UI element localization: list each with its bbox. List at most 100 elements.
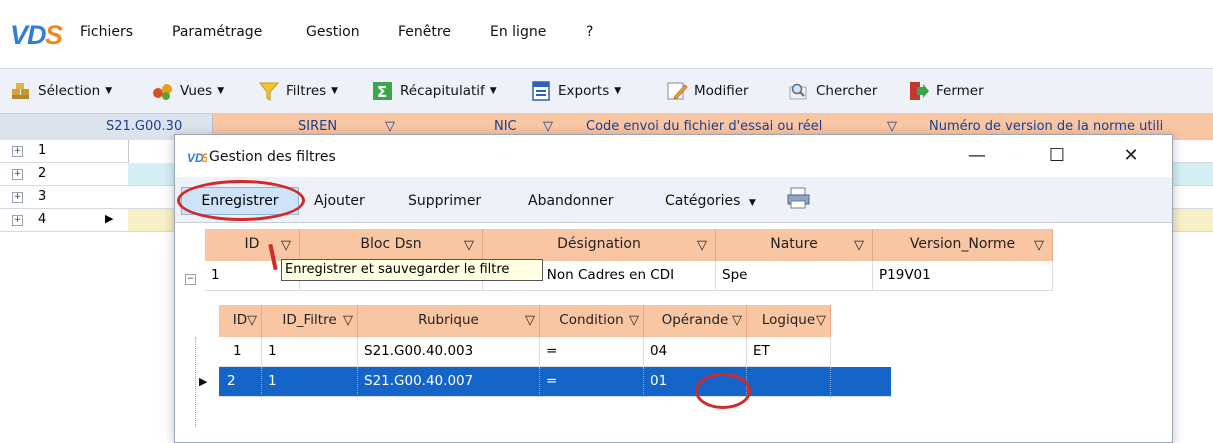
bg-row-number: 4 <box>38 212 47 227</box>
funnel-icon[interactable]: ▽ <box>1034 231 1044 261</box>
abandonner-button[interactable]: Abandonner <box>528 189 613 213</box>
bg-row-number: 3 <box>38 189 47 204</box>
funnel-icon[interactable]: ▽ <box>281 231 291 261</box>
funnel-icon[interactable]: ▽ <box>697 231 707 261</box>
col-id[interactable]: ID ▽ <box>205 229 300 261</box>
funnel-icon[interactable]: ▽ <box>525 306 535 336</box>
funnel-icon[interactable]: ▽ <box>629 306 639 336</box>
col-version-label: Version_Norme <box>909 236 1016 252</box>
vues-button[interactable]: Vues ▼ <box>152 79 224 103</box>
funnel-icon[interactable]: ▽ <box>732 306 742 336</box>
funnel-icon[interactable]: ▽ <box>343 306 353 336</box>
chevron-down-icon: ▼ <box>489 86 497 96</box>
detail-col-condition[interactable]: Condition ▽ <box>540 305 644 337</box>
funnel-icon[interactable]: ▽ <box>247 306 257 336</box>
modifier-button[interactable]: Modifier <box>666 79 749 103</box>
detail-col-logique[interactable]: Logique ▽ <box>747 305 831 337</box>
col-nature[interactable]: Nature ▽ <box>716 229 873 261</box>
chercher-label: Chercher <box>816 83 878 99</box>
exit-icon <box>908 81 930 101</box>
categories-button[interactable]: Catégories ▼ <box>665 189 756 213</box>
bg-col-siren[interactable]: SIREN <box>298 119 337 134</box>
svg-text:D: D <box>27 20 47 49</box>
filters-grid: ID ▽ Bloc Dsn ▽ Désignation ▽ Nature ▽ Versi… <box>175 223 1172 443</box>
vues-label: Vues <box>180 83 213 99</box>
minimize-icon[interactable]: — <box>955 141 999 171</box>
col-bloc-label: Bloc Dsn <box>360 236 422 252</box>
cell-nature: Spe <box>716 261 873 291</box>
tooltip: Enregistrer et sauvegarder le filtre <box>281 259 543 281</box>
dialog-title: Gestion des filtres <box>209 149 336 165</box>
modifier-label: Modifier <box>694 83 749 99</box>
funnel-icon <box>258 81 280 101</box>
col-version-norme[interactable]: Version_Norme ▽ <box>873 229 1053 261</box>
col-nature-label: Nature <box>770 236 818 252</box>
menu-fenetre[interactable]: Fenêtre <box>398 24 451 40</box>
supprimer-button[interactable]: Supprimer <box>408 189 481 213</box>
detail-row-selected[interactable]: ▶ 2 1 S21.G00.40.007 = 01 <box>199 367 891 397</box>
detail-col-id-label: ID <box>232 312 248 328</box>
detail-col-id-filtre[interactable]: ID_Filtre ▽ <box>262 305 358 337</box>
detail-row[interactable]: 1 1 S21.G00.40.003 = 04 ET <box>219 337 831 367</box>
col-designation-label: Désignation <box>557 236 641 252</box>
bg-row-number: 2 <box>38 166 47 181</box>
expand-icon[interactable]: + <box>12 146 23 157</box>
exports-button[interactable]: Exports ▼ <box>530 79 621 103</box>
detail-cell-condition: = <box>540 337 644 367</box>
bg-col-nic[interactable]: NIC <box>494 119 517 134</box>
dialog-toolbar: Enregistrer Ajouter Supprimer Abandonner… <box>175 177 1172 223</box>
selection-label: Sélection <box>38 83 101 99</box>
exports-label: Exports <box>558 83 610 99</box>
menu-fichiers[interactable]: Fichiers <box>80 24 133 40</box>
detail-cell-operande: 04 <box>644 337 747 367</box>
svg-text:Σ: Σ <box>377 83 387 101</box>
print-icon[interactable] <box>787 187 811 211</box>
fermer-button[interactable]: Fermer <box>908 79 984 103</box>
col-designation[interactable]: Désignation ▽ <box>483 229 716 261</box>
vds-logo-icon: VD S <box>187 151 207 164</box>
selection-button[interactable]: Sélection ▼ <box>10 79 112 103</box>
chevron-down-icon: ▼ <box>614 86 622 96</box>
bg-col-version-norme[interactable]: Numéro de version de la norme utili <box>929 119 1163 134</box>
bg-col-code-envoi[interactable]: Code envoi du fichier d'essai ou réel <box>586 119 822 134</box>
funnel-icon[interactable]: ▽ <box>816 306 826 336</box>
svg-text:S: S <box>45 20 63 49</box>
edit-icon <box>666 81 688 101</box>
detail-cell-logique <box>747 367 831 397</box>
detail-col-id[interactable]: ID ▽ <box>219 305 262 337</box>
detail-col-condition-label: Condition <box>559 312 624 328</box>
recapitulatif-button[interactable]: Σ Récapitulatif ▼ <box>372 79 497 103</box>
expand-icon[interactable]: + <box>12 215 23 226</box>
detail-col-operande[interactable]: Opérande ▽ <box>644 305 747 337</box>
close-icon[interactable]: ✕ <box>1109 141 1153 171</box>
filtres-button[interactable]: Filtres ▼ <box>258 79 338 103</box>
detail-col-rubrique[interactable]: Rubrique ▽ <box>358 305 540 337</box>
export-icon <box>530 81 552 101</box>
col-id-label: ID <box>244 236 260 252</box>
menu-gestion[interactable]: Gestion <box>306 24 360 40</box>
fermer-label: Fermer <box>936 83 984 99</box>
col-bloc-dsn[interactable]: Bloc Dsn ▽ <box>300 229 483 261</box>
expand-icon[interactable]: + <box>12 192 23 203</box>
detail-cell-logique: ET <box>747 337 831 367</box>
dialog-titlebar[interactable]: VD S Gestion des filtres — ☐ ✕ <box>175 135 1172 177</box>
gestion-filtres-dialog: VD S Gestion des filtres — ☐ ✕ Enregistr… <box>174 134 1173 443</box>
chercher-button[interactable]: Chercher <box>788 79 877 103</box>
maximize-icon[interactable]: ☐ <box>1035 141 1079 171</box>
ajouter-button[interactable]: Ajouter <box>314 189 365 213</box>
main-toolbar: Sélection ▼ Vues ▼ Filtres ▼ Σ Récapitulati… <box>0 68 1213 114</box>
detail-cell-id: 1 <box>219 337 262 367</box>
funnel-icon[interactable]: ▽ <box>543 119 553 134</box>
funnel-icon[interactable]: ▽ <box>385 119 395 134</box>
menu-help[interactable]: ? <box>586 24 593 40</box>
expand-icon[interactable]: + <box>12 169 23 180</box>
funnel-icon[interactable]: ▽ <box>887 119 897 134</box>
collapse-icon[interactable]: − <box>185 274 196 285</box>
funnel-icon[interactable]: ▽ <box>464 231 474 261</box>
menu-parametrage[interactable]: Paramétrage <box>172 24 262 40</box>
vds-logo-icon: V D S <box>10 20 63 49</box>
menu-en-ligne[interactable]: En ligne <box>490 24 546 40</box>
detail-col-operande-label: Opérande <box>661 312 729 328</box>
vues-icon <box>152 81 174 101</box>
funnel-icon[interactable]: ▽ <box>854 231 864 261</box>
